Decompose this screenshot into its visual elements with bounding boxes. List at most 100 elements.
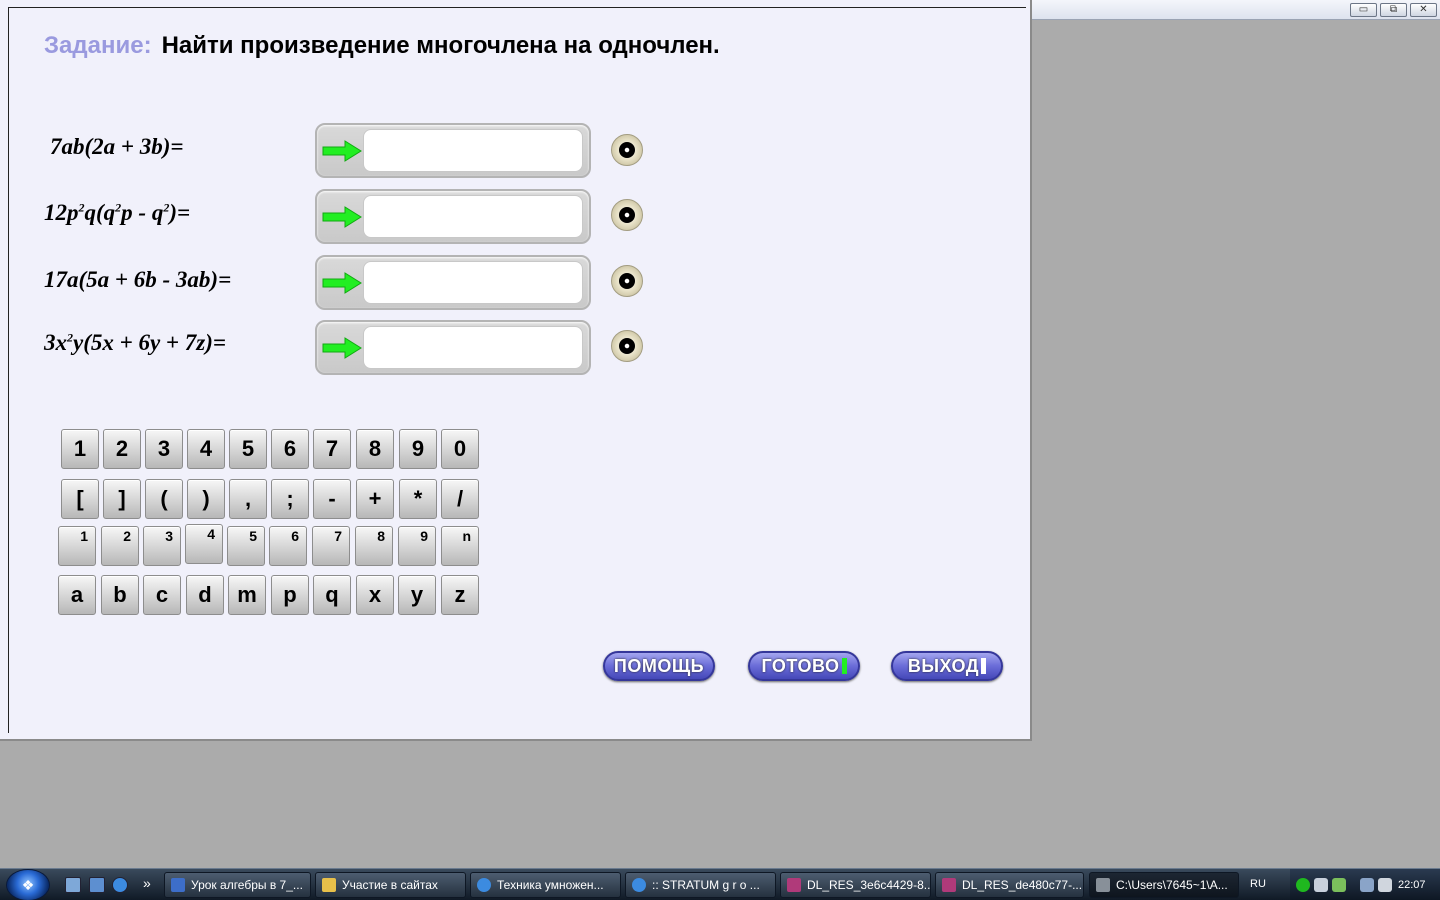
network-icon[interactable]	[1360, 878, 1374, 892]
key-symbol[interactable]: +	[356, 479, 394, 519]
key-digit[interactable]: 4	[187, 429, 225, 469]
task-heading: Задание: Найти произведение многочлена на…	[44, 32, 720, 60]
key-symbol[interactable]: /	[441, 479, 479, 519]
key-letter[interactable]: a	[58, 575, 96, 615]
security-alert-icon[interactable]	[1314, 878, 1328, 892]
key-exponent[interactable]: 1	[58, 526, 96, 566]
key-exponent[interactable]: 8	[355, 526, 393, 566]
volume-icon[interactable]	[1378, 878, 1392, 892]
internet-explorer-icon[interactable]	[112, 877, 128, 893]
check-eye-icon-1[interactable]	[611, 134, 643, 166]
key-exponent[interactable]: 3	[143, 526, 181, 566]
key-digit[interactable]: 1	[61, 429, 99, 469]
restore-button[interactable]: ⧉	[1380, 3, 1407, 17]
green-arrow-icon	[322, 140, 362, 162]
help-button[interactable]: ПОМОЩЬ	[603, 651, 715, 681]
key-letter[interactable]: d	[186, 575, 224, 615]
key-symbol[interactable]: *	[399, 479, 437, 519]
answer-input-1[interactable]	[363, 129, 583, 172]
show-desktop-icon[interactable]	[65, 877, 81, 893]
network-status-icon[interactable]	[1296, 878, 1310, 892]
key-digit[interactable]: 8	[356, 429, 394, 469]
taskbar-item-folder[interactable]: Участие в сайтах	[315, 872, 466, 898]
key-symbol[interactable]: [	[61, 479, 99, 519]
done-indicator-icon	[841, 658, 847, 674]
key-letter[interactable]: q	[313, 575, 351, 615]
check-eye-icon-2[interactable]	[611, 199, 643, 231]
answer-field-1	[315, 123, 591, 178]
answer-field-2	[315, 189, 591, 244]
key-digit[interactable]: 9	[399, 429, 437, 469]
green-arrow-icon	[322, 272, 362, 294]
expression-4-part-a: 3x	[44, 330, 67, 355]
expression-4-part-b: y(5x + 6y + 7z)=	[73, 330, 227, 355]
taskbar-item-ie-2[interactable]: :: STRATUM g r o ...	[625, 872, 776, 898]
done-button[interactable]: ГОТОВО	[748, 651, 860, 681]
answer-field-3	[315, 255, 591, 310]
key-letter[interactable]: b	[101, 575, 139, 615]
exit-button[interactable]: ВЫХОД	[891, 651, 1003, 681]
key-symbol[interactable]: ,	[229, 479, 267, 519]
task-text: Найти произведение многочлена на одночле…	[161, 32, 720, 59]
done-button-label: ГОТОВО	[761, 655, 840, 676]
key-digit[interactable]: 3	[145, 429, 183, 469]
clock[interactable]: 22:07	[1398, 879, 1426, 891]
taskbar-item-label: Техника умножен...	[497, 878, 604, 892]
expression-2-part-b: q(q	[84, 200, 116, 225]
check-eye-icon-4[interactable]	[611, 330, 643, 362]
expression-4: 3x2y(5x + 6y + 7z)=	[44, 330, 226, 356]
check-eye-icon-3[interactable]	[611, 265, 643, 297]
key-symbol[interactable]: )	[187, 479, 225, 519]
expression-2-part-c: p - q	[121, 200, 164, 225]
start-orb-icon[interactable]: ❖	[6, 869, 50, 900]
minimize-button[interactable]: ▭	[1350, 3, 1377, 17]
key-symbol[interactable]: -	[313, 479, 351, 519]
internet-explorer-icon	[632, 878, 646, 892]
answer-input-2[interactable]	[363, 195, 583, 238]
key-exponent[interactable]: 5	[227, 526, 265, 566]
taskbar: ❖ » Урок алгебры в 7_... Участие в сайта…	[0, 868, 1440, 900]
key-letter[interactable]: x	[356, 575, 394, 615]
expression-1-text: 7ab(2a + 3b)=	[50, 134, 184, 159]
taskbar-item-archive-1[interactable]: DL_RES_3e6c4429-8...	[780, 872, 931, 898]
key-digit[interactable]: 5	[229, 429, 267, 469]
key-exponent[interactable]: 7	[312, 526, 350, 566]
taskbar-item-word[interactable]: Урок алгебры в 7_...	[164, 872, 311, 898]
shield-icon[interactable]	[1332, 878, 1346, 892]
key-exponent[interactable]: 9	[398, 526, 436, 566]
key-symbol[interactable]: ]	[103, 479, 141, 519]
language-indicator[interactable]: RU	[1250, 878, 1266, 890]
taskbar-item-ie-1[interactable]: Техника умножен...	[470, 872, 621, 898]
expression-2: 12p2q(q2p - q2)=	[44, 200, 190, 226]
exit-door-icon	[981, 658, 987, 674]
key-exponent[interactable]: 6	[269, 526, 307, 566]
close-button[interactable]: ✕	[1410, 3, 1437, 17]
taskbar-item-label: Урок алгебры в 7_...	[191, 878, 303, 892]
key-symbol[interactable]: ;	[271, 479, 309, 519]
taskbar-item-archive-2[interactable]: DL_RES_de480c77-...	[935, 872, 1084, 898]
key-exponent[interactable]: 4	[185, 524, 223, 564]
taskbar-item-app[interactable]: C:\Users\7645~1\A...	[1089, 872, 1239, 898]
key-digit[interactable]: 2	[103, 429, 141, 469]
expression-1: 7ab(2a + 3b)=	[50, 134, 184, 160]
key-letter[interactable]: m	[228, 575, 266, 615]
answer-input-3[interactable]	[363, 261, 583, 304]
key-letter[interactable]: p	[271, 575, 309, 615]
expression-2-part-d: )=	[169, 200, 191, 225]
quicklaunch-overflow[interactable]: »	[143, 875, 151, 891]
window-switcher-icon[interactable]	[89, 877, 105, 893]
key-symbol[interactable]: (	[145, 479, 183, 519]
key-digit[interactable]: 0	[441, 429, 479, 469]
key-digit[interactable]: 6	[271, 429, 309, 469]
panel-top-border	[8, 7, 1026, 8]
key-letter[interactable]: y	[398, 575, 436, 615]
internet-explorer-icon	[477, 878, 491, 892]
key-letter[interactable]: c	[143, 575, 181, 615]
key-letter[interactable]: z	[441, 575, 479, 615]
key-exponent[interactable]: n	[441, 526, 479, 566]
answer-input-4[interactable]	[363, 326, 583, 369]
key-digit[interactable]: 7	[313, 429, 351, 469]
expression-3: 17a(5a + 6b - 3ab)=	[44, 267, 231, 293]
exercise-panel: Задание: Найти произведение многочлена на…	[0, 0, 1032, 741]
key-exponent[interactable]: 2	[101, 526, 139, 566]
